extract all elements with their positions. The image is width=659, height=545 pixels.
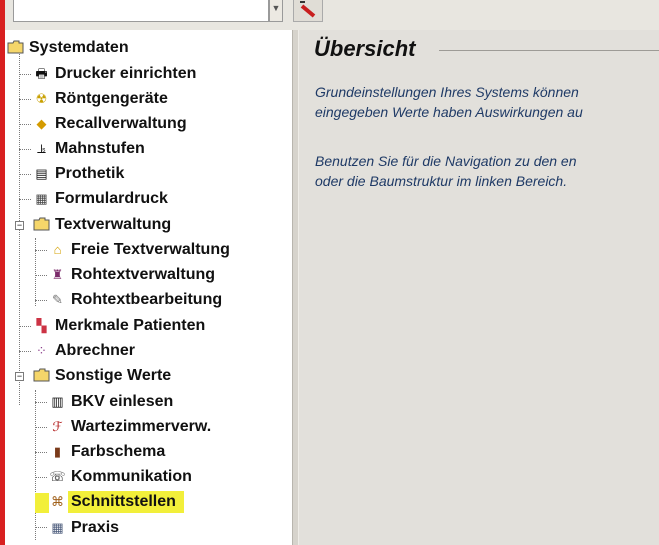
color-scheme-icon: ▮	[53, 444, 62, 459]
edit-text-icon: ✎	[52, 292, 63, 307]
pane-splitter[interactable]	[292, 30, 299, 545]
title-divider	[439, 50, 659, 51]
practice-icon: ▦	[51, 520, 64, 535]
bkv-icon: ▥	[51, 394, 64, 409]
form-print-icon: ▦	[35, 191, 48, 206]
folder-icon	[33, 368, 50, 384]
billing-icon: ⁘	[36, 343, 47, 358]
search-tool-button[interactable]	[293, 0, 323, 22]
description-text: eingegeben Werte haben Auswirkungen au	[315, 104, 583, 120]
selection-highlight	[35, 493, 49, 513]
patient-features-icon: ▚	[36, 318, 47, 333]
magnifier-icon	[300, 1, 316, 18]
radiation-icon: ☢	[35, 91, 48, 106]
printer-icon: 🖶	[35, 66, 48, 81]
recall-icon: ◆	[36, 116, 47, 131]
prosthesis-icon: ▤	[35, 166, 48, 181]
navigation-hint-text: oder die Baumstruktur im linken Bereich.	[315, 173, 568, 189]
interface-icon: ⌘	[51, 494, 64, 509]
folder-icon	[7, 40, 24, 56]
folder-icon	[33, 217, 50, 233]
raw-text-icon: ♜	[51, 267, 64, 282]
chevron-down-icon[interactable]: ▼	[269, 0, 283, 22]
tree-line	[35, 390, 36, 540]
stairs-icon: ⫡	[37, 141, 46, 156]
tree-line	[35, 238, 36, 306]
navigation-tree[interactable]: − − Systemdaten 🖶 Drucker einrichten ☢ R…	[5, 30, 292, 545]
collapse-toggle[interactable]: −	[15, 221, 24, 230]
navigation-hint-text: Benutzen Sie für die Navigation zu den e…	[315, 153, 577, 169]
text-folder-icon: ⌂	[53, 242, 62, 257]
collapse-toggle[interactable]: −	[15, 372, 24, 381]
tree-label: Systemdaten	[29, 39, 129, 56]
content-pane: Übersicht Grundeinstellungen Ihres Syste…	[299, 30, 659, 545]
communication-icon: ☏	[49, 469, 66, 484]
search-combobox[interactable]	[13, 0, 269, 22]
page-title: Übersicht	[314, 36, 416, 61]
description-text: Grundeinstellungen Ihres Systems können	[315, 84, 579, 100]
toolbar: ▼	[5, 0, 659, 30]
waiting-room-icon: ℱ	[52, 419, 63, 434]
